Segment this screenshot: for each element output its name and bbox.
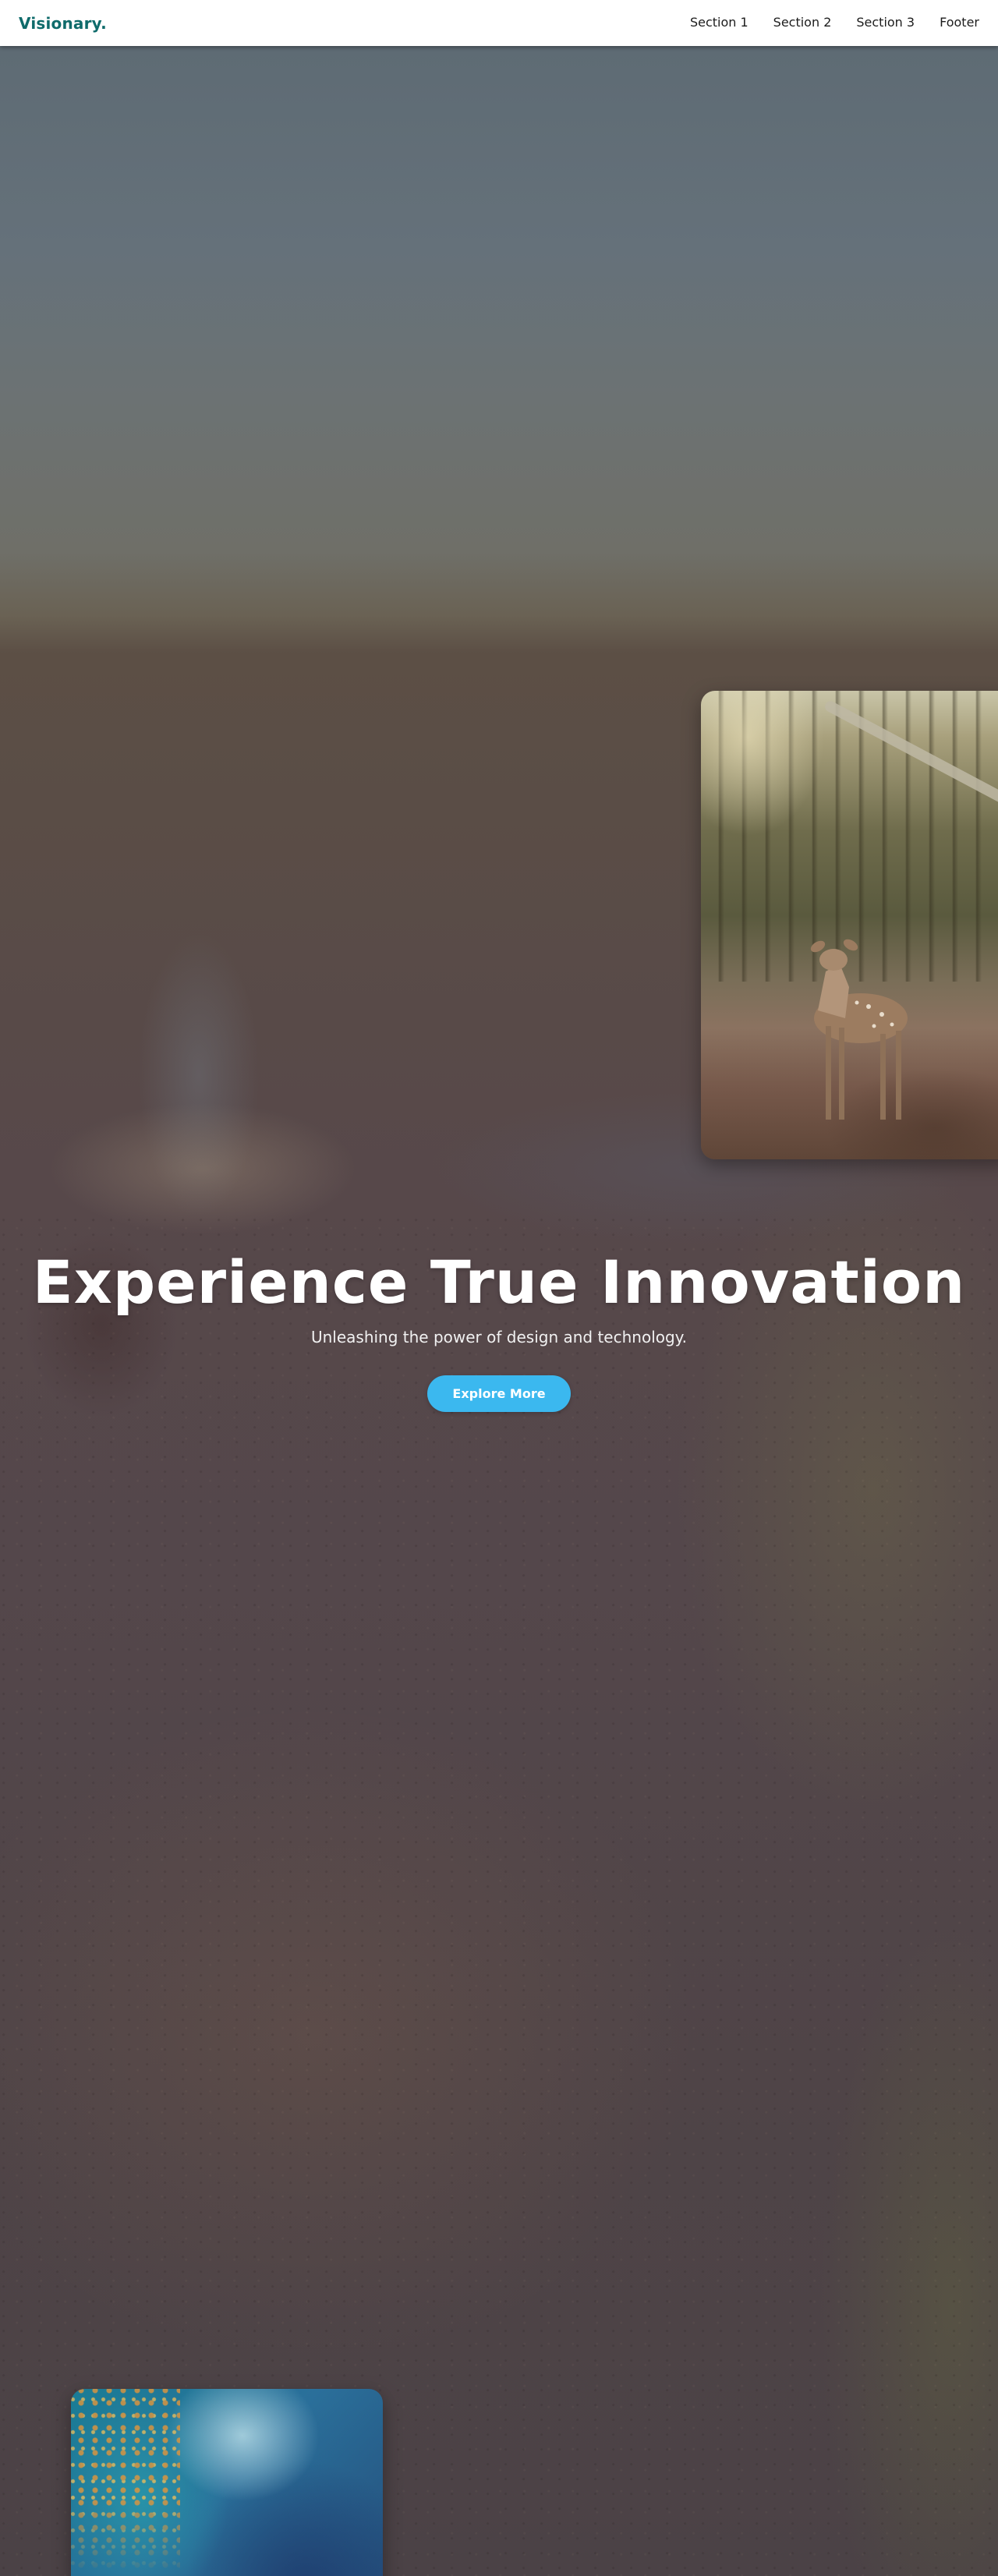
- nav-link-footer[interactable]: Footer: [940, 15, 979, 30]
- nav-link-section-3[interactable]: Section 3: [856, 15, 915, 30]
- nav-link-section-2[interactable]: Section 2: [773, 15, 832, 30]
- nav-link-section-1[interactable]: Section 1: [690, 15, 748, 30]
- deer-in-forest-image: [701, 691, 998, 1159]
- navbar: Visionary. Section 1 Section 2 Section 3…: [0, 0, 998, 46]
- hero-background-texture: [0, 1215, 998, 2576]
- hero-title: Experience True Innovation: [32, 1247, 966, 1317]
- nav-links: Section 1 Section 2 Section 3 Footer: [690, 15, 979, 30]
- deer-figure: [810, 939, 908, 1120]
- reef-spots: [71, 2389, 180, 2576]
- hero-subtitle: Unleashing the power of design and techn…: [310, 1328, 688, 1346]
- ocean-aerial-image: [71, 2389, 383, 2576]
- brand-logo[interactable]: Visionary.: [19, 14, 107, 33]
- explore-more-button[interactable]: Explore More: [427, 1375, 571, 1412]
